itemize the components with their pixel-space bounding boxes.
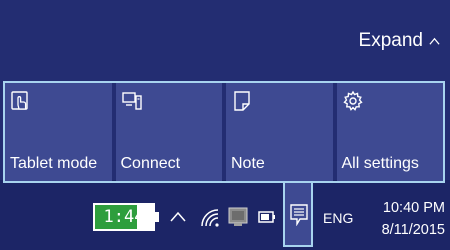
- battery-nub: [155, 212, 159, 222]
- settings-gear-icon: [342, 90, 363, 111]
- language-indicator[interactable]: ENG: [323, 210, 353, 226]
- battery-indicator[interactable]: 1:44: [93, 203, 159, 231]
- system-clock[interactable]: 10:40 PM 8/11/2015: [365, 197, 445, 241]
- clock-date: 8/11/2015: [381, 222, 445, 238]
- action-center-icon: [290, 204, 308, 226]
- connect-tile[interactable]: Connect: [115, 83, 222, 181]
- taskbar: 1:44 ENG 10:40 PM 8/11/2015: [0, 183, 450, 250]
- expand-label: Expand: [358, 30, 423, 51]
- tablet-mode-icon: [11, 91, 28, 110]
- battery-time: 1:44: [103, 207, 145, 227]
- action-center-screen: Expand Tablet mode Connect Note All sett…: [0, 0, 450, 250]
- tablet-mode-tile[interactable]: Tablet mode: [5, 83, 112, 181]
- action-center-button[interactable]: [283, 183, 313, 247]
- note-label: Note: [231, 155, 265, 172]
- wifi-icon[interactable]: [199, 207, 219, 227]
- connect-label: Connect: [120, 155, 181, 172]
- chevron-up-icon: [429, 37, 440, 45]
- all-settings-label: All settings: [341, 155, 419, 172]
- chevron-up-icon[interactable]: [168, 207, 188, 227]
- network-display-icon[interactable]: [228, 207, 248, 227]
- tablet-mode-label: Tablet mode: [10, 155, 98, 172]
- connect-icon: [121, 92, 142, 110]
- battery-saver-icon[interactable]: [257, 207, 277, 227]
- quick-actions: Tablet mode Connect Note All settings: [5, 83, 443, 181]
- note-tile[interactable]: Note: [226, 83, 333, 181]
- all-settings-tile[interactable]: All settings: [336, 83, 443, 181]
- note-icon: [234, 91, 250, 111]
- clock-time: 10:40 PM: [382, 200, 445, 216]
- expand-button[interactable]: Expand: [359, 30, 440, 52]
